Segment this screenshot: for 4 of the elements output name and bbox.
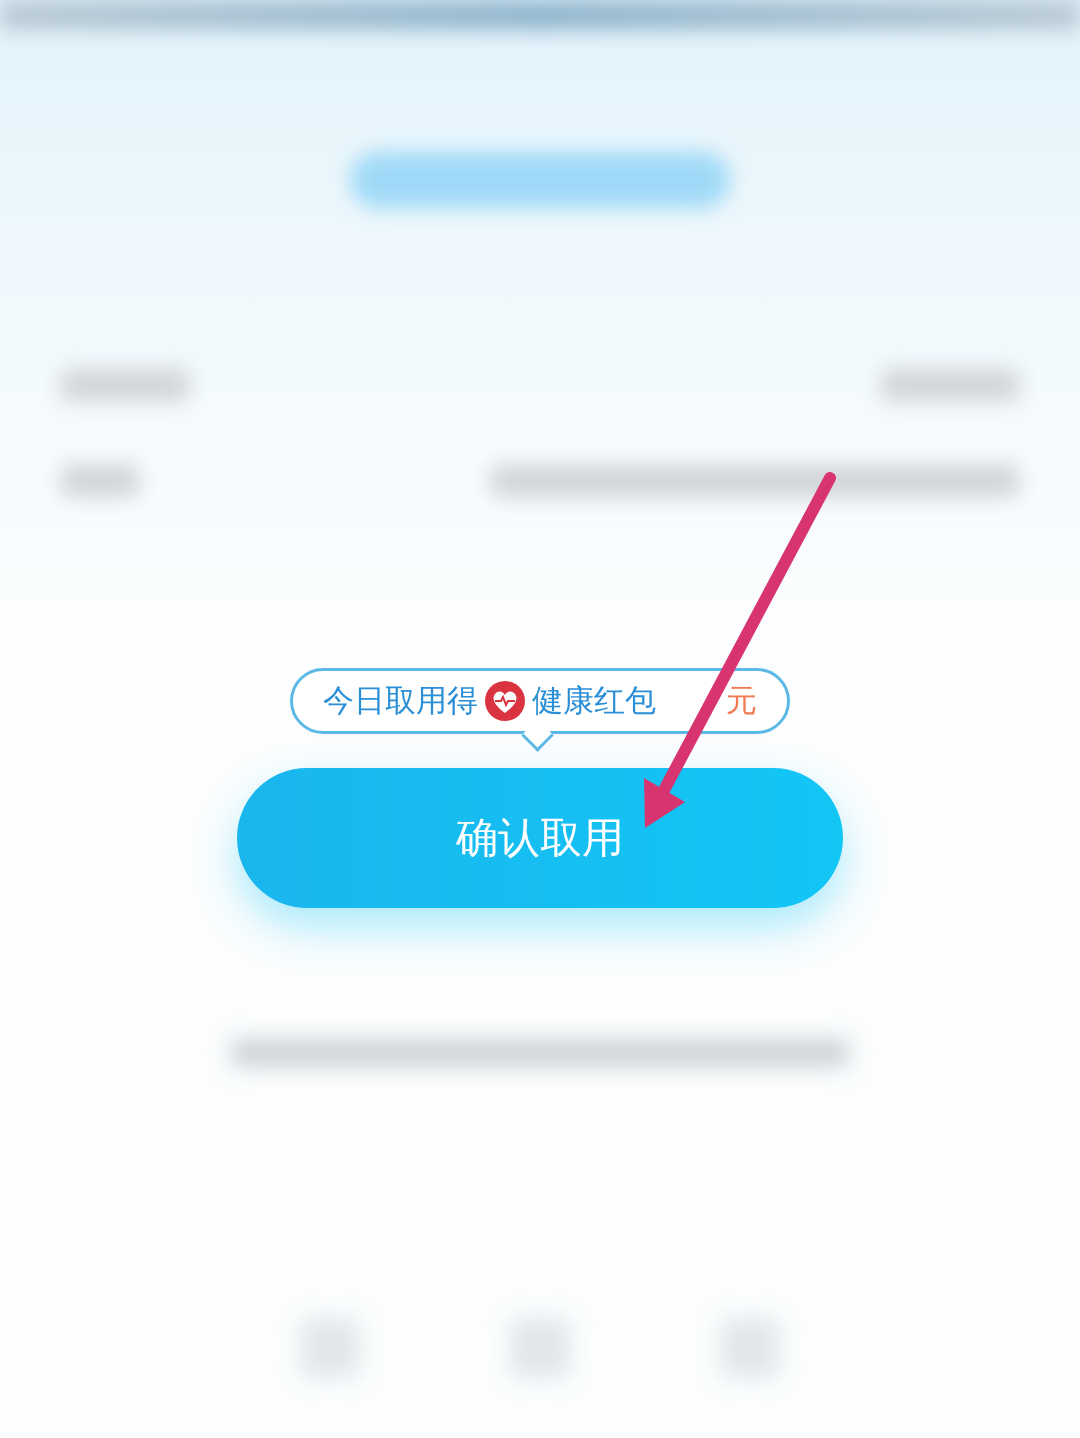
reward-label: 健康红包 [532,681,656,720]
confirm-button[interactable]: 确认取用 [237,768,843,908]
reward-amount: 元 [725,681,757,720]
reward-text: 今日取用得 [323,681,478,720]
